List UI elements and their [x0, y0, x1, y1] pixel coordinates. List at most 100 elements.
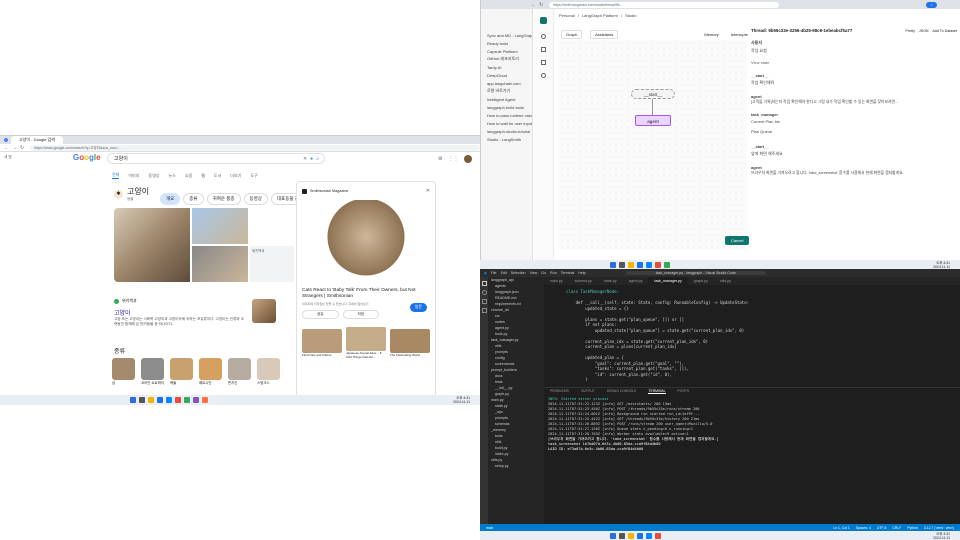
cancel-button[interactable]: Cancel — [725, 236, 750, 245]
tab-videos[interactable]: 동영상 — [148, 173, 159, 179]
status-item[interactable]: Spaces: 4 — [856, 526, 871, 530]
menu-item[interactable]: View — [530, 271, 538, 275]
interrupts-toggle[interactable]: Interrupts — [731, 32, 748, 37]
chrome-icon[interactable] — [637, 532, 643, 539]
sidebar-item[interactable]: Capsule Platform — [481, 47, 532, 55]
app-icon[interactable] — [664, 261, 670, 268]
google-logo[interactable]: Google — [73, 153, 101, 162]
status-item[interactable]: Python — [907, 526, 918, 530]
sidebar-item[interactable]: Ready tools — [481, 39, 532, 47]
search-box[interactable]: 고양이 ✕ ● ⌕ — [107, 153, 325, 164]
editor-tab[interactable]: schema.py — [569, 277, 598, 285]
terminal[interactable]: INFO: Started server process 2024-11-11T0… — [548, 397, 956, 517]
type-item[interactable]: 코리안 쇼트헤어 — [141, 358, 164, 385]
projects-icon[interactable] — [541, 47, 546, 52]
sidebar-item[interactable]: GitHub 레포지토리 — [481, 55, 532, 63]
bookmark-item[interactable]: 새 탭 — [4, 155, 12, 160]
app-icon[interactable] — [202, 397, 208, 403]
apps-grid-icon[interactable]: ⋮⋮ — [448, 156, 458, 162]
back-arrow-icon[interactable]: ← — [531, 2, 536, 8]
tab-shopping[interactable]: 쇼핑 — [185, 173, 192, 179]
type-item[interactable]: 먼치킨 — [228, 358, 251, 385]
langsmith-logo-icon[interactable] — [540, 17, 547, 24]
sidebar-item[interactable]: app.langchain.com — [481, 79, 532, 87]
app-icon[interactable] — [184, 397, 190, 403]
menu-item[interactable]: Go — [541, 271, 546, 275]
tab-images[interactable]: 이미지 — [128, 173, 139, 179]
address-bar[interactable]: https://smith.langchain.com/studio/threa… — [549, 1, 780, 8]
status-item[interactable]: 3.12.7 ('venv': venv) — [924, 526, 954, 530]
save-button[interactable]: 저장 — [342, 310, 380, 319]
cat-image-2[interactable] — [192, 208, 248, 244]
visit-button[interactable]: 방문 — [410, 303, 427, 312]
explorer-icon[interactable] — [148, 397, 154, 403]
datasets-icon[interactable] — [541, 60, 546, 65]
app-icon[interactable] — [193, 397, 199, 403]
search-taskbar-icon[interactable] — [619, 532, 625, 539]
start-icon[interactable] — [610, 261, 616, 268]
menu-item[interactable]: File — [491, 271, 497, 275]
tab-more[interactable]: 더보기 — [230, 173, 241, 179]
tab-books[interactable]: 도서 — [214, 173, 221, 179]
editor-tab[interactable]: agent.py — [623, 277, 649, 285]
close-icon[interactable]: ✕ — [426, 188, 430, 194]
sidebar-item[interactable]: langgraph build tools — [481, 103, 532, 111]
back-arrow-icon[interactable]: ← — [4, 145, 9, 151]
cat-image-3[interactable] — [192, 246, 248, 282]
preview-image[interactable] — [321, 200, 411, 282]
sidebar-item[interactable]: langgraph-studio-tutorial — [481, 127, 532, 135]
menu-item[interactable]: Run — [550, 271, 557, 275]
start-icon[interactable] — [130, 397, 136, 403]
menu-item[interactable]: Edit — [501, 271, 507, 275]
avatar[interactable] — [464, 155, 473, 163]
command-center[interactable]: task_manager.py - langgraph - Visual Stu… — [625, 271, 766, 275]
sidebar-item[interactable]: Studio - LangSmith — [481, 135, 532, 143]
node-agent[interactable]: agent — [635, 115, 671, 126]
chip-videos[interactable]: 동영상 — [243, 193, 268, 205]
editor-tab[interactable]: state.py — [598, 277, 623, 285]
sidebar-item[interactable]: DeepCloud — [481, 71, 532, 79]
sidebar-item[interactable]: How to pass runtime values — [481, 111, 532, 119]
home-icon[interactable] — [541, 34, 546, 39]
thread-entry-label[interactable]: __start__ — [751, 72, 957, 79]
graph-selector[interactable]: Graph — [561, 30, 583, 39]
thread-entry-label[interactable]: 사용자 — [751, 39, 957, 47]
tab-web[interactable]: 웹 — [201, 173, 205, 179]
explorer-icon[interactable] — [628, 261, 634, 268]
app-icon[interactable] — [655, 261, 661, 268]
thread-entry-label[interactable]: agent — [751, 93, 957, 100]
reload-icon[interactable]: ↻ — [20, 145, 24, 151]
chip-types[interactable]: 종류 — [183, 193, 204, 205]
related-image[interactable]: Japanese Animal Adve... 8 Odd Things Cat… — [346, 327, 386, 359]
chip-cute-breeds[interactable]: 귀여운 품종 — [206, 193, 241, 205]
status-item[interactable]: UTF-8 — [877, 526, 887, 530]
sidebar-item[interactable]: How to wait for user input — [481, 119, 532, 127]
search-taskbar-icon[interactable] — [619, 261, 625, 268]
assistant-selector[interactable]: Assistants — [590, 30, 619, 39]
sidebar-item[interactable]: Tardy AI — [481, 63, 532, 71]
panel-tab[interactable]: TERMINAL — [648, 389, 666, 394]
extensions-icon[interactable] — [481, 308, 487, 313]
search-input[interactable]: 고양이 — [114, 155, 128, 162]
editor-tab[interactable]: utils.py — [714, 277, 737, 285]
view-state-link[interactable]: View state — [751, 59, 957, 66]
share-button[interactable]: 공유 — [302, 310, 339, 319]
status-item[interactable]: main — [486, 526, 493, 530]
thread-entry-label[interactable]: task_manager — [751, 111, 957, 118]
tab-news[interactable]: 뉴스 — [168, 173, 175, 179]
pretty-toggle[interactable]: Pretty — [906, 29, 915, 33]
chrome-icon[interactable] — [637, 261, 643, 268]
json-toggle[interactable]: JSON — [919, 29, 929, 33]
breadcrumb-item[interactable]: LangGraph Platform — [582, 13, 618, 18]
add-to-dataset-button[interactable]: Add To Dataset — [932, 29, 957, 33]
profile-button[interactable]: ✓ — [926, 1, 937, 8]
search-taskbar-icon[interactable] — [139, 397, 145, 403]
graph-canvas[interactable]: __start__ agent Cancel — [559, 40, 750, 250]
app-icon[interactable] — [175, 397, 181, 403]
app-icon[interactable] — [655, 532, 661, 539]
explorer-item[interactable]: setup.py — [488, 463, 544, 469]
related-image[interactable]: The Fascinating World — [390, 329, 430, 357]
node-start[interactable]: __start__ — [631, 89, 675, 99]
editor-tab[interactable]: main.py — [544, 277, 569, 285]
panel-tab[interactable]: PROBLEMS — [550, 389, 569, 393]
